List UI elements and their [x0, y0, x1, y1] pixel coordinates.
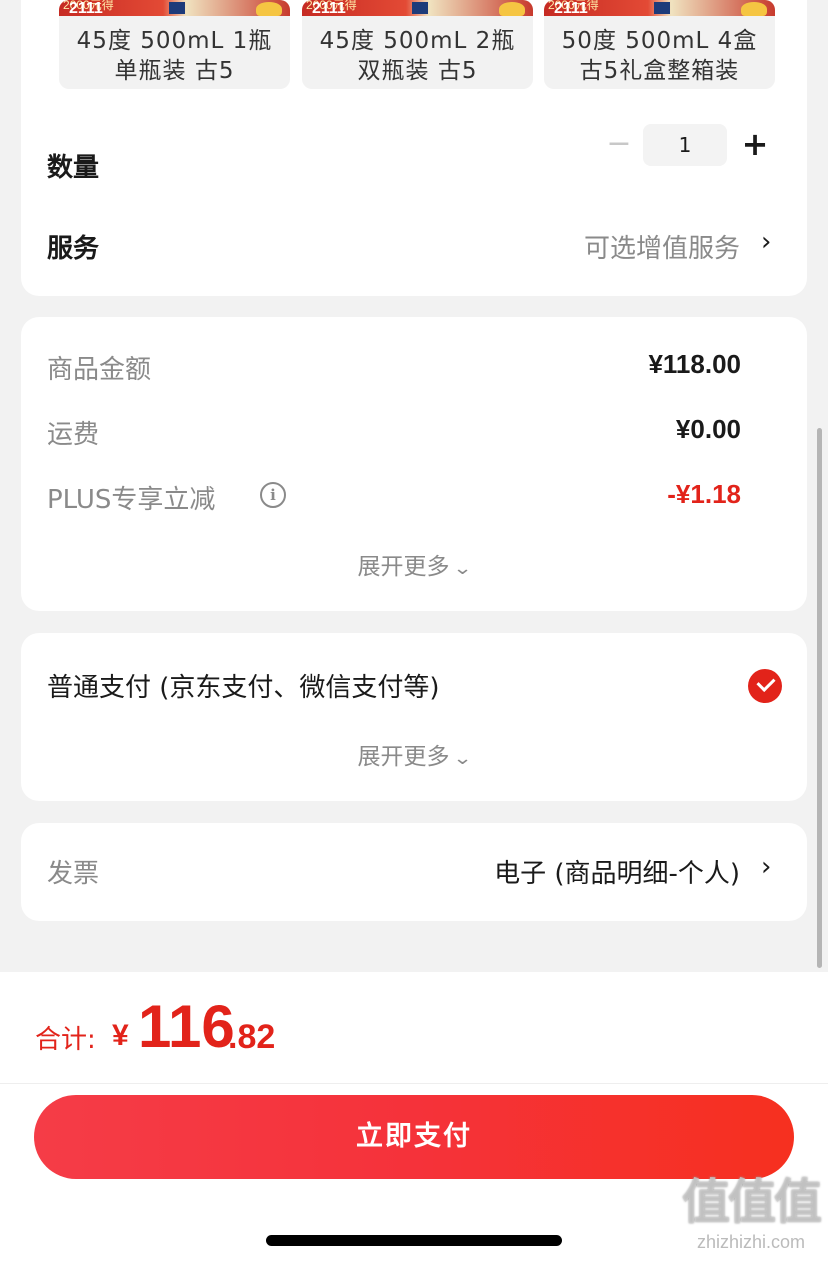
chevron-down-icon: ⌄: [453, 558, 473, 579]
payment-method-card: 普通支付 (京东支付、微信支付等) 展开更多 ⌄: [21, 633, 807, 801]
promo-banner: 2000元得 2111: [302, 0, 533, 17]
chevron-right-icon: ›: [761, 852, 772, 882]
spec-option-label: 50度 500mL 4盒 古5礼盒整箱装: [561, 28, 758, 84]
payment-option-label: 普通支付 (京东支付、微信支付等): [47, 673, 440, 703]
price-expand-more[interactable]: 展开更多 ⌄: [21, 547, 807, 581]
product-options-card: 2000元得 2111 45度 500mL 1瓶 单瓶装 古5 2000元得 2…: [21, 0, 807, 296]
quantity-increase-button[interactable]: +: [740, 124, 770, 166]
expand-more-label: 展开更多: [357, 744, 450, 770]
info-icon[interactable]: i: [260, 482, 286, 508]
promo-banner: 2000元得 2111: [59, 0, 290, 17]
chevron-right-icon: ›: [761, 227, 772, 257]
pay-now-button[interactable]: 立即支付: [34, 1095, 794, 1179]
gold-ingot-icon: [499, 2, 525, 16]
price-breakdown-card: 商品金额 ¥118.00 运费 ¥0.00 PLUS专享立减 i -¥1.18 …: [21, 317, 807, 611]
product-box-icon: [412, 2, 428, 14]
spec-option-2[interactable]: 2000元得 2111 45度 500mL 2瓶 双瓶装 古5: [302, 0, 533, 89]
spec-option-3[interactable]: 2000元得 2111 50度 500mL 4盒 古5礼盒整箱装: [544, 0, 775, 89]
scrollbar[interactable]: [817, 428, 822, 968]
spec-option-1[interactable]: 2000元得 2111 45度 500mL 1瓶 单瓶装 古5: [59, 0, 290, 89]
payment-expand-more[interactable]: 展开更多 ⌄: [21, 737, 807, 771]
gold-ingot-icon: [256, 2, 282, 16]
chevron-down-icon: ⌄: [453, 748, 473, 769]
goods-amount-value: ¥118.00: [648, 349, 741, 379]
checkmark-icon[interactable]: [748, 669, 782, 703]
quantity-input[interactable]: 1: [643, 124, 727, 166]
spec-option-label: 45度 500mL 1瓶 单瓶装 古5: [76, 28, 273, 84]
promo-number: 2111: [554, 0, 588, 17]
product-box-icon: [169, 2, 185, 14]
service-label: 服务: [47, 234, 100, 264]
promo-banner: 2000元得 2111: [544, 0, 775, 17]
quantity-label: 数量: [47, 153, 100, 183]
watermark-logo: 值值值: [681, 1174, 822, 1230]
home-indicator[interactable]: [266, 1235, 562, 1246]
goods-amount-label: 商品金额: [47, 355, 152, 385]
total-decimal: .82: [228, 1018, 276, 1056]
total-row: 合计: ¥ 116 .82: [0, 972, 828, 1084]
promo-number: 2111: [312, 0, 346, 17]
service-value: 可选增值服务: [583, 234, 740, 264]
shipping-label: 运费: [47, 420, 100, 450]
invoice-row[interactable]: 发票 电子 (商品明细-个人) ›: [21, 823, 807, 921]
quantity-decrease-button[interactable]: −: [604, 125, 634, 165]
invoice-value: 电子 (商品明细-个人): [494, 859, 740, 889]
invoice-label: 发票: [47, 859, 100, 889]
expand-more-label: 展开更多: [357, 554, 450, 580]
gold-ingot-icon: [741, 2, 767, 16]
total-currency: ¥: [112, 1019, 129, 1052]
total-label: 合计:: [35, 1025, 96, 1055]
shipping-value: ¥0.00: [675, 414, 741, 444]
spec-option-label: 45度 500mL 2瓶 双瓶装 古5: [319, 28, 516, 84]
watermark-url: zhizhizhi.com: [696, 1232, 806, 1252]
plus-discount-value: -¥1.18: [667, 479, 741, 509]
plus-discount-label: PLUS专享立减: [47, 485, 216, 515]
product-box-icon: [654, 2, 670, 14]
total-integer: 116: [138, 993, 235, 1060]
watermark: 值值值 zhizhizhi.com: [681, 1162, 822, 1253]
promo-number: 2111: [69, 0, 103, 17]
